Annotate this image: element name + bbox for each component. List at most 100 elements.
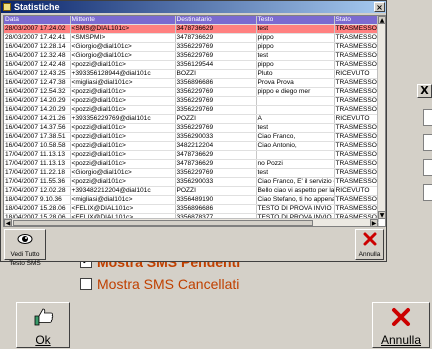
window-icon — [3, 3, 11, 11]
table-cell: +393356229769@dial101c — [70, 114, 176, 124]
column-header[interactable]: Stato — [334, 16, 379, 25]
title-bar[interactable]: Statistiche × — [1, 1, 386, 13]
table-row[interactable]: 16/04/2007 14.20.29 <pozzi@dial101c> 33562… — [4, 96, 379, 106]
table-cell: TRASMESSO — [334, 168, 379, 178]
table-cell: pippo e diego mer — [256, 87, 335, 97]
table-header: Data Mittente Destinatario Testo Stato — [4, 16, 379, 25]
table-row[interactable]: 16/04/2007 10.58.58 <pozzi@dial101c> 34822… — [4, 141, 379, 151]
table-cell: 3356896686 — [175, 204, 257, 214]
text-field[interactable] — [423, 159, 432, 176]
table-cell: Ciao Franco, E' il servizio ema — [256, 177, 335, 187]
text-field[interactable] — [423, 109, 432, 126]
table-cell: 3478736629 — [175, 33, 257, 43]
table-cell: 16/04/2007 12.32.48 — [4, 51, 71, 61]
table-row[interactable]: 16/04/2007 12.54.32 <pozzi@dial101c> 33562… — [4, 87, 379, 97]
table-row[interactable]: 16/04/2007 12.32.48 <Giorgio@dial101c> 335… — [4, 51, 379, 61]
table-row[interactable]: 28/03/2007 17.42.41 <SMSPMI> 3478736629 pip… — [4, 33, 379, 43]
table-cell: 3356229769 — [175, 168, 257, 178]
table-cell: TRASMESSO — [334, 150, 379, 160]
table-row[interactable]: 16/04/2007 12.42.48 <pozzi@dial101c> 33561… — [4, 60, 379, 70]
table-row[interactable]: 17/04/2007 11.55.36 <pozzi@dial101c> 33562… — [4, 177, 379, 187]
scroll-thumb[interactable] — [13, 220, 313, 226]
table-cell: <SMSPMI> — [70, 33, 176, 43]
table-row[interactable]: 17/04/2007 12.02.28 +393482212204@dial101… — [4, 186, 379, 196]
red-x-icon — [373, 307, 429, 332]
table-row[interactable]: 17/04/2007 11.13.13 <pozzi@dial101c> 34787… — [4, 159, 379, 169]
table-row[interactable]: 16/04/2007 12.43.25 +393356128944@dial101… — [4, 69, 379, 79]
scroll-right-icon[interactable]: ▶ — [370, 219, 378, 226]
table-cell: +393356128944@dial101c — [70, 69, 176, 79]
table-cell: 3356229769 — [175, 123, 257, 133]
table-row[interactable]: 18/04/2007 15.28.06<FELIX@DIAL101c>33568… — [4, 204, 379, 214]
table-cell: TRASMESSO — [334, 78, 379, 88]
table-cell: 3356229769 — [175, 42, 257, 52]
table-cell: TESTO DI PROVA INVIO SMS — [256, 204, 335, 214]
table-cell: TRASMESSO — [334, 33, 379, 43]
table-row[interactable]: 16/04/2007 14.20.29 <pozzi@dial101c> 33562… — [4, 105, 379, 115]
table-cell: 3478736629 — [175, 24, 257, 34]
table-cell: TRASMESSO — [334, 141, 379, 151]
eye-icon — [5, 232, 45, 250]
column-header[interactable]: Testo — [256, 16, 335, 25]
scroll-down-icon[interactable]: ▼ — [378, 211, 385, 219]
table-cell: no Pozzi — [256, 159, 335, 169]
scroll-up-icon[interactable]: ▲ — [378, 16, 385, 24]
table-cell: TRASMESSO — [334, 195, 379, 205]
ok-button[interactable]: Ok — [16, 302, 70, 348]
column-header[interactable]: Data — [4, 16, 71, 25]
cancel-button[interactable]: Annulla — [355, 229, 384, 260]
table-row[interactable]: 17/04/2007 11.13.13 <pozzi@dial101c> 34787… — [4, 150, 379, 160]
table-row[interactable]: 18/04/2007 9.10.36 <migliasi@dial101c> 335… — [4, 195, 379, 205]
sms-table: Data Mittente Destinatario Testo Stato 28/03… — [4, 16, 379, 226]
table-cell: TRASMESSO — [334, 159, 379, 169]
table-cell: 17/04/2007 12.02.28 — [4, 186, 71, 196]
table-cell: 18/04/2007 9.10.36 — [4, 195, 71, 205]
table-cell: 3356229769 — [175, 105, 257, 115]
annulla-button[interactable]: Annulla — [372, 302, 430, 348]
table-cell: test — [256, 123, 335, 133]
table-row[interactable]: 17/04/2007 11.22.18 <Giorgio@dial101c> 335… — [4, 168, 379, 178]
text-field[interactable] — [423, 184, 432, 201]
checkbox-mostra-sms-cancellati[interactable]: Mostra SMS Cancellati — [80, 276, 239, 292]
table-row[interactable]: 16/04/2007 12.47.38 <migliasi@dial101c> 33… — [4, 78, 379, 88]
scroll-left-icon[interactable]: ◀ — [4, 219, 12, 226]
column-header[interactable]: Destinatario — [175, 16, 257, 25]
table-row[interactable]: 16/04/2007 14.21.26 +393356229769@dial101… — [4, 114, 379, 124]
table-cell: 28/03/2007 17.24.02 — [4, 24, 71, 34]
table-cell: 3356229769 — [175, 87, 257, 97]
horizontal-scrollbar[interactable]: ◀ ▶ — [4, 218, 378, 226]
close-icon[interactable]: × — [374, 2, 385, 12]
text-field[interactable] — [423, 134, 432, 151]
window-title: Statistiche — [14, 2, 60, 12]
view-all-text-button[interactable]: Vedi Tutto Testo SMS — [4, 229, 46, 267]
table-cell — [256, 96, 335, 106]
table-cell — [256, 150, 335, 160]
table-cell: 17/04/2007 11.13.13 — [4, 159, 71, 169]
checkbox-unchecked-icon[interactable] — [80, 278, 92, 290]
close-button[interactable]: X — [417, 84, 432, 98]
column-header[interactable]: Mittente — [70, 16, 176, 25]
table-cell: test — [256, 168, 335, 178]
table-cell: 16/04/2007 12.43.25 — [4, 69, 71, 79]
table-cell: 3356290033 — [175, 177, 257, 187]
table-row[interactable]: 16/04/2007 14.37.56 <pozzi@dial101c> 33562… — [4, 123, 379, 133]
table-cell: <pozzi@dial101c> — [70, 60, 176, 70]
table-cell: 16/04/2007 12.28.14 — [4, 42, 71, 52]
table-row[interactable]: 28/03/2007 17.24.02 <SMS@DIAL101c> 3478736… — [4, 24, 379, 34]
vertical-scrollbar[interactable]: ▲ ▼ — [377, 16, 385, 219]
table-cell: TRASMESSO — [334, 24, 379, 34]
table-row[interactable]: 16/04/2007 17.38.51 <pozzi@dial101c> 33562… — [4, 132, 379, 142]
table-cell: <pozzi@dial101c> — [70, 141, 176, 151]
table-row[interactable]: 16/04/2007 12.28.14 <Giorgio@dial101c> 335… — [4, 42, 379, 52]
table-cell: <pozzi@dial101c> — [70, 96, 176, 106]
table-cell: POZZI — [175, 186, 257, 196]
table-cell: A — [256, 114, 335, 124]
table-cell: <FELIX@DIAL101c> — [70, 204, 176, 214]
table-cell: 3356129544 — [175, 60, 257, 70]
table-cell: TRASMESSO — [334, 204, 379, 214]
close-icon: X — [420, 84, 429, 97]
table-cell: TRASMESSO — [334, 177, 379, 187]
table-cell: TRASMESSO — [334, 96, 379, 106]
table-cell: 3478736629 — [175, 159, 257, 169]
table-cell: 17/04/2007 11.13.13 — [4, 150, 71, 160]
